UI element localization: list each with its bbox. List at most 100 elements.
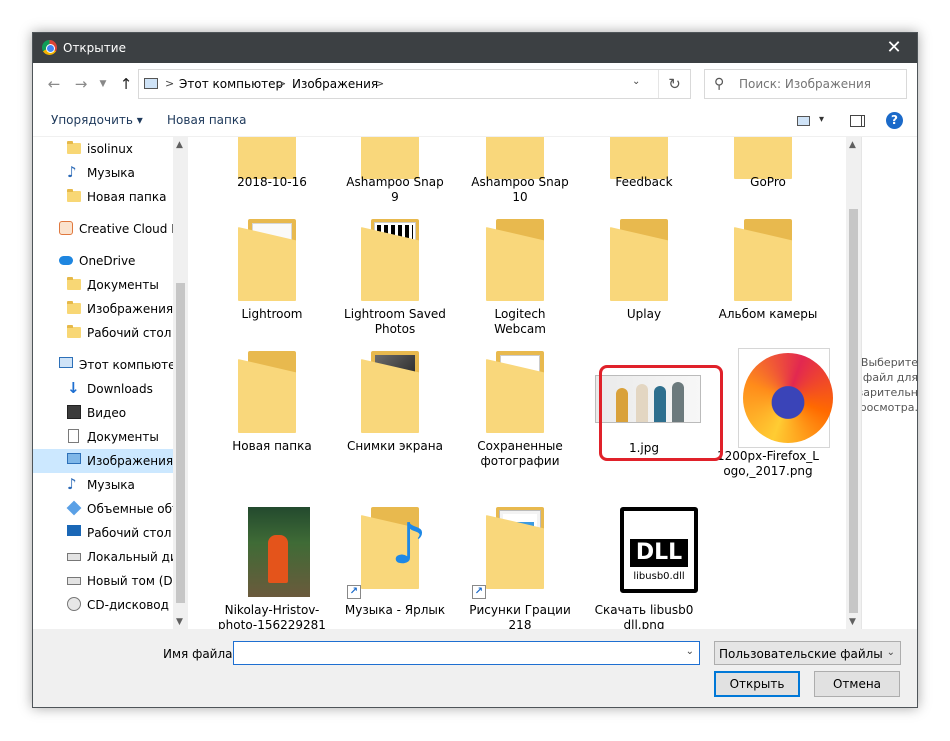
file-item[interactable]: Ashampoo Snap 10 <box>464 137 576 229</box>
music-icon: ♪ <box>67 163 77 181</box>
sidebar-item-music-pc[interactable]: ♪ Музыка <box>33 473 173 497</box>
sidebar-item-music[interactable]: ♪ Музыка <box>33 161 173 185</box>
sidebar-scrollbar[interactable]: ▲ ▼ <box>173 137 188 629</box>
refresh-button[interactable]: ↻ <box>658 70 690 98</box>
sidebar-item-video[interactable]: Видео <box>33 401 173 425</box>
sidebar-item-3d-objects[interactable]: Объемные объ <box>33 497 181 521</box>
file-label: Снимки экрана <box>347 439 443 453</box>
file-type-select[interactable]: Пользовательские файлы (*.p ⌄ <box>714 641 901 665</box>
folder-icon <box>67 325 81 338</box>
drive-icon <box>67 577 81 585</box>
cloud-icon <box>59 256 73 265</box>
open-button[interactable]: Открыть <box>714 671 800 697</box>
file-label: Uplay <box>626 307 662 321</box>
scroll-thumb[interactable] <box>176 283 185 603</box>
sidebar-item-label: Новая папка <box>87 190 167 204</box>
file-item[interactable]: 1200px-Firefox_L ogo,_2017.png <box>712 348 833 483</box>
breadcrumb-pictures[interactable]: Изображения <box>292 77 378 91</box>
file-label: Музыка - Ярлык <box>344 603 446 617</box>
file-item[interactable]: Сохраненные фотографии <box>464 351 576 483</box>
sidebar-item-downloads[interactable]: ↓ Downloads <box>33 377 173 401</box>
navigation-pane: isolinux ♪ Музыка Новая папка Creative C… <box>33 137 188 629</box>
filename-dropdown-button[interactable]: ⌄ <box>686 646 694 657</box>
file-label: Рисунки Грации 218 <box>469 603 571 629</box>
file-item[interactable]: Снимки экрана <box>339 351 451 483</box>
view-mode-dropdown[interactable]: ▾ <box>819 114 824 125</box>
dll-tag: DLL <box>630 539 688 567</box>
file-item[interactable]: Nikolay-Hristov- photo-156229281 7-58d29… <box>216 507 328 629</box>
sidebar-item-label: Изображения <box>87 454 174 468</box>
address-bar[interactable]: > Этот компьютер > Изображения > ⌄ ↻ <box>138 69 691 99</box>
file-item[interactable]: Feedback <box>588 137 700 229</box>
file-item[interactable]: ↗ Рисунки Грации 218 <box>464 507 576 629</box>
file-label: Ashampoo Snap 10 <box>471 175 569 204</box>
sidebar-item-pictures-onedrive[interactable]: Изображения <box>33 297 173 321</box>
file-label: Ashampoo Snap 9 <box>346 175 444 204</box>
address-dropdown-button[interactable]: ⌄ <box>632 76 640 87</box>
sidebar-item-label: Документы <box>87 278 159 292</box>
search-input[interactable] <box>739 76 899 92</box>
sidebar-item-isolinux[interactable]: isolinux <box>33 137 173 161</box>
file-label: Lightroom Saved Photos <box>344 307 446 336</box>
file-item[interactable]: Lightroom Saved Photos <box>339 219 451 351</box>
sidebar-item-cd-drive[interactable]: CD-дисковод (F: <box>33 593 187 617</box>
sidebar-item-desktop-onedrive[interactable]: Рабочий стол <box>33 321 173 345</box>
file-item[interactable]: 2018-10-16 <box>216 137 328 229</box>
file-item[interactable]: Новая папка <box>216 351 328 483</box>
sidebar-item-this-pc[interactable]: Этот компьютер <box>33 353 183 377</box>
view-mode-icon[interactable] <box>797 116 810 126</box>
file-label: Feedback <box>615 175 673 189</box>
sidebar-item-documents[interactable]: Документы <box>33 273 173 297</box>
filename-field[interactable]: ⌄ <box>233 641 700 665</box>
download-icon: ↓ <box>67 379 80 397</box>
preview-pane-toggle-icon[interactable] <box>850 115 865 127</box>
sidebar-item-new-folder[interactable]: Новая папка <box>33 185 173 209</box>
scroll-down-arrow-icon[interactable]: ▼ <box>849 617 856 627</box>
sidebar-item-pictures[interactable]: Изображения <box>33 449 173 473</box>
file-item[interactable]: Uplay <box>588 219 700 351</box>
scroll-thumb[interactable] <box>849 209 858 613</box>
help-icon[interactable]: ? <box>886 112 903 129</box>
sidebar-item-desktop[interactable]: Рабочий стол <box>33 521 173 545</box>
title-bar: Открытие ✕ <box>33 33 917 63</box>
sidebar-item-label: Объемные объ <box>87 502 181 516</box>
sidebar-item-label: Локальный дис <box>87 550 185 564</box>
scroll-down-arrow-icon[interactable]: ▼ <box>176 617 183 627</box>
file-item[interactable]: Альбом камеры <box>712 219 824 351</box>
close-button[interactable]: ✕ <box>871 33 917 63</box>
file-item[interactable]: DLL libusb0.dll Скачать libusb0 dll.png <box>588 507 700 629</box>
cancel-button[interactable]: Отмена <box>814 671 900 697</box>
dialog-title: Открытие <box>63 41 126 55</box>
filename-input[interactable] <box>237 645 667 661</box>
file-item[interactable]: Logitech Webcam <box>464 219 576 351</box>
scroll-up-arrow-icon[interactable]: ▲ <box>849 140 856 150</box>
preview-message: Выберите файл для дварительн просмотра. <box>861 356 917 414</box>
file-item[interactable]: Ashampoo Snap 9 <box>339 137 451 229</box>
breadcrumb-separator: > <box>277 77 287 90</box>
scroll-up-arrow-icon[interactable]: ▲ <box>176 140 183 150</box>
shortcut-arrow-icon: ↗ <box>472 585 486 599</box>
up-button[interactable]: ↑ <box>115 75 137 93</box>
drive-icon <box>67 553 81 561</box>
file-item[interactable]: GoPro <box>712 137 824 229</box>
video-icon <box>67 405 81 419</box>
file-list-scrollbar[interactable]: ▲ ▼ <box>846 137 861 629</box>
file-item[interactable]: Lightroom <box>216 219 328 351</box>
sidebar-item-volume-d[interactable]: Новый том (D:) <box>33 569 181 593</box>
organize-button[interactable]: Упорядочить ▾ <box>51 113 143 127</box>
new-folder-button[interactable]: Новая папка <box>167 113 246 127</box>
breadcrumb-this-pc[interactable]: Этот компьютер <box>179 77 283 91</box>
forward-button[interactable]: → <box>70 75 92 93</box>
search-box[interactable]: ⚲ <box>704 69 907 99</box>
sidebar-item-onedrive[interactable]: OneDrive <box>33 249 173 273</box>
sidebar-item-documents-pc[interactable]: Документы <box>33 425 173 449</box>
file-type-value: Пользовательские файлы (*.p <box>719 647 883 661</box>
sidebar-item-creative-cloud[interactable]: Creative Cloud Fil <box>33 217 184 241</box>
sidebar-item-label: isolinux <box>87 142 133 156</box>
file-item[interactable]: ♪ ↗ Музыка - Ярлык <box>339 507 451 629</box>
sidebar-item-label: Музыка <box>87 166 135 180</box>
recent-locations-button[interactable]: ▼ <box>92 75 114 93</box>
sidebar-item-local-disk[interactable]: Локальный дис <box>33 545 184 569</box>
sidebar-item-label: Этот компьютер <box>79 358 184 372</box>
back-button[interactable]: ← <box>43 75 65 93</box>
